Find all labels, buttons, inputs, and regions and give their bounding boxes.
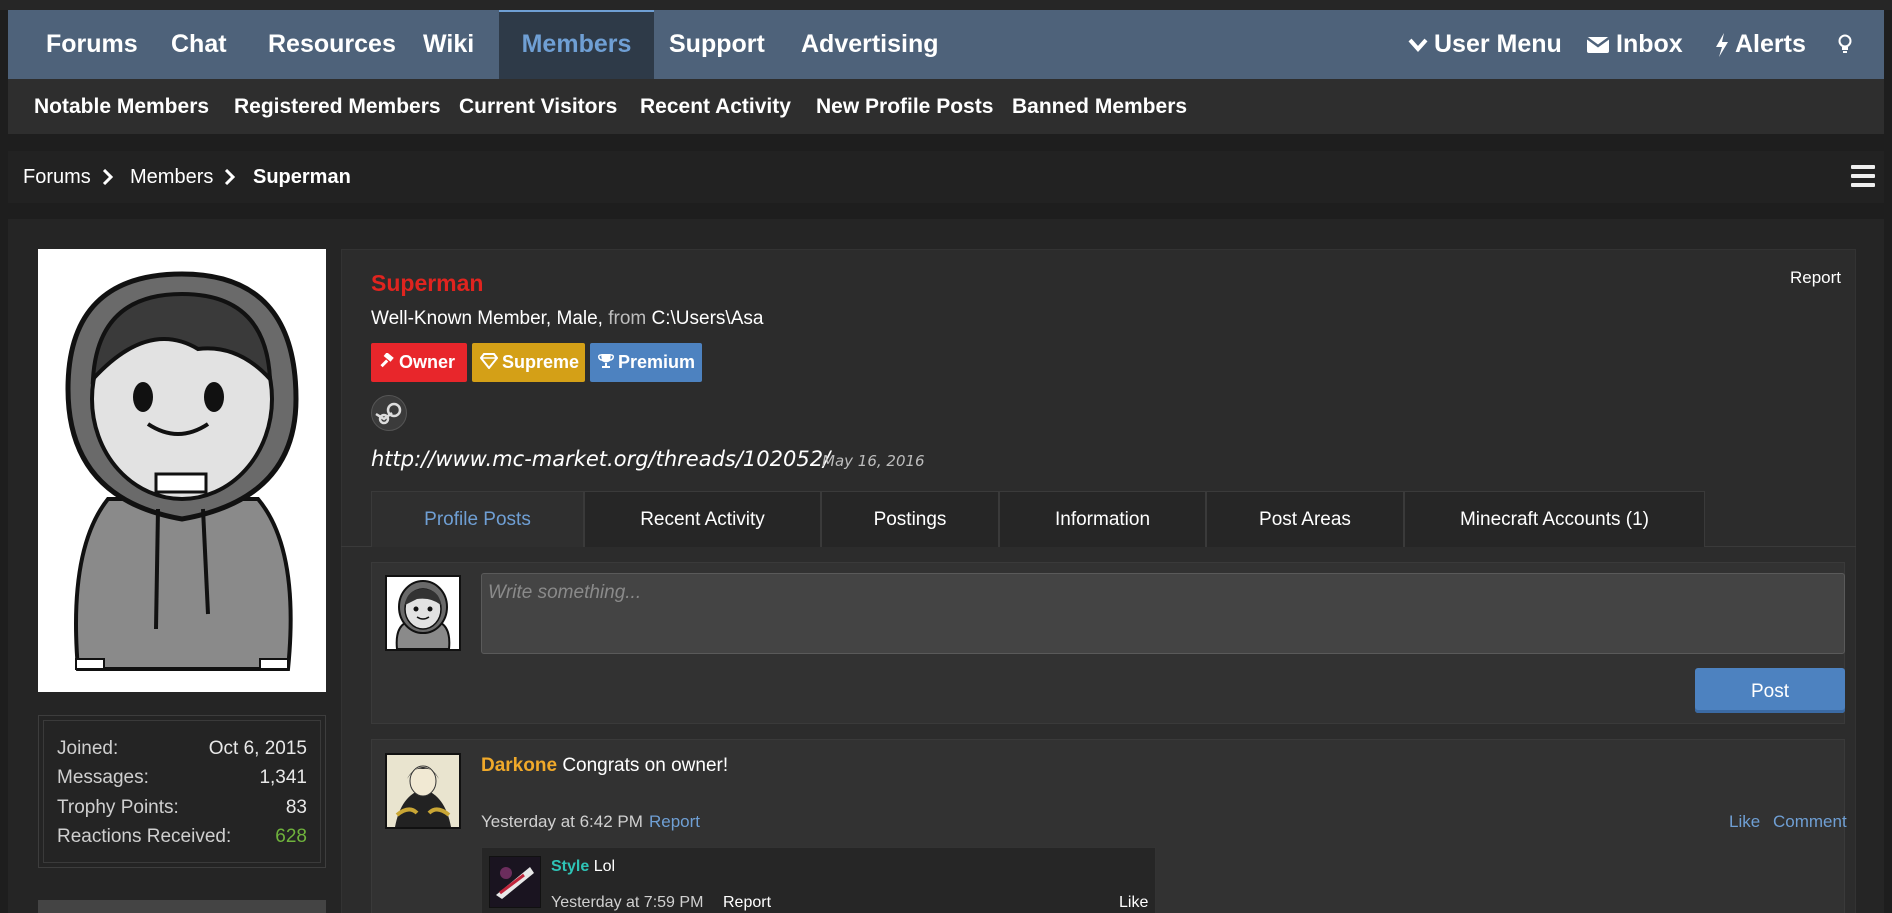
sub-navbar: Notable Members Registered Members Curre… — [8, 79, 1884, 134]
profile-username: Superman — [371, 270, 484, 296]
user-menu-button[interactable]: User Menu — [1408, 10, 1562, 79]
tab-post-areas[interactable]: Post Areas — [1206, 491, 1404, 547]
subnav-notable-members[interactable]: Notable Members — [34, 79, 209, 134]
inbox-label: Inbox — [1616, 30, 1683, 58]
envelope-icon — [1586, 37, 1610, 54]
subnav-current-visitors[interactable]: Current Visitors — [459, 79, 617, 134]
post-author[interactable]: Darkone — [481, 755, 557, 776]
breadcrumb-current: Superman — [253, 166, 351, 188]
stat-label: Messages: — [57, 767, 149, 788]
comment-author-avatar[interactable] — [489, 856, 541, 908]
badge-owner: Owner — [371, 343, 467, 382]
stat-label: Joined: — [57, 738, 119, 759]
hooded-character-avatar — [38, 249, 326, 692]
badge-premium: Premium — [590, 343, 702, 382]
gavel-icon — [380, 352, 394, 368]
badge-supreme: Supreme — [472, 343, 585, 382]
breadcrumb: Forums Members Superman — [8, 151, 1884, 203]
nav-tab-wiki[interactable]: Wiki — [423, 10, 474, 79]
diamond-icon — [479, 353, 499, 370]
from-label: from — [608, 308, 647, 329]
tab-information[interactable]: Information — [999, 491, 1206, 547]
badge-label: Owner — [399, 352, 456, 372]
nav-tab-support[interactable]: Support — [669, 10, 765, 79]
comment-like-link[interactable]: Like — [1119, 894, 1148, 912]
lightbulb-icon — [1838, 34, 1852, 54]
profile-tabs: Profile Posts Recent Activity Postings I… — [341, 491, 1856, 547]
stat-label: Trophy Points: — [57, 797, 179, 818]
steam-icon[interactable] — [371, 395, 407, 431]
member-stats: Joined: Oct 6, 2015 Messages: 1,341 Trop… — [38, 715, 326, 868]
chevron-down-icon — [1408, 39, 1428, 53]
post-text: Congrats on owner! — [562, 755, 729, 776]
chevron-right-icon — [102, 169, 114, 185]
menu-icon[interactable] — [1851, 165, 1875, 187]
subnav-recent-activity[interactable]: Recent Activity — [640, 79, 791, 134]
user-menu-label: User Menu — [1434, 30, 1562, 58]
post-timestamp[interactable]: Yesterday at 6:42 PM — [481, 812, 643, 832]
breadcrumb-forums[interactable]: Forums — [23, 151, 91, 203]
alerts-label: Alerts — [1735, 30, 1806, 58]
alerts-button[interactable]: Alerts — [1715, 10, 1806, 79]
profile-user-title: Well-Known Member, Male, from C:\Users\A… — [371, 308, 763, 330]
comment-text: Lol — [593, 858, 616, 875]
comment-author[interactable]: Style — [551, 858, 589, 875]
inbox-button[interactable]: Inbox — [1586, 10, 1683, 79]
stat-value: Oct 6, 2015 — [208, 738, 307, 759]
badge-label: Premium — [618, 352, 696, 372]
post-report-link[interactable]: Report — [649, 812, 700, 832]
comment-content: Style Lol — [551, 858, 615, 876]
nav-tab-advertising[interactable]: Advertising — [801, 10, 939, 79]
nav-tab-chat[interactable]: Chat — [171, 10, 227, 79]
bolt-icon — [1716, 33, 1728, 58]
post-author-avatar[interactable] — [385, 753, 461, 829]
stat-value[interactable]: 83 — [286, 797, 307, 819]
profile-post-input[interactable]: Write something... — [481, 573, 1845, 654]
comment-timestamp[interactable]: Yesterday at 7:59 PM — [551, 894, 703, 912]
sidebar-panel — [38, 900, 326, 913]
nav-tab-resources[interactable]: Resources — [268, 10, 396, 79]
main-navbar: Forums Chat Resources Wiki Members Suppo… — [8, 10, 1884, 79]
post-button[interactable]: Post — [1695, 668, 1845, 713]
nav-tab-forums[interactable]: Forums — [46, 10, 138, 79]
top-strip — [0, 0, 1892, 10]
profile-avatar[interactable] — [38, 249, 326, 692]
profile-status[interactable]: http://www.mc-market.org/threads/102052/ — [371, 447, 830, 471]
subnav-registered-members[interactable]: Registered Members — [234, 79, 441, 134]
style-toggle-button[interactable] — [1838, 10, 1858, 79]
post-like-link[interactable]: Like — [1729, 812, 1760, 832]
badge-label: Supreme — [502, 352, 580, 372]
tab-postings[interactable]: Postings — [821, 491, 999, 547]
stat-value[interactable]: 628 — [275, 826, 307, 848]
post-comment-link[interactable]: Comment — [1773, 812, 1847, 832]
comment-report-link[interactable]: Report — [723, 894, 771, 912]
profile-status-date: May 16, 2016 — [822, 452, 925, 470]
post-content: Darkone Congrats on owner! — [481, 755, 728, 777]
stat-value[interactable]: 1,341 — [259, 767, 307, 789]
composer-avatar[interactable] — [385, 575, 461, 651]
user-title-text: Well-Known Member, Male, — [371, 308, 603, 329]
tab-recent-activity[interactable]: Recent Activity — [584, 491, 821, 547]
user-location[interactable]: C:\Users\Asa — [652, 308, 764, 329]
breadcrumb-members[interactable]: Members — [130, 151, 213, 203]
chevron-right-icon — [224, 169, 236, 185]
report-profile-link[interactable]: Report — [1790, 268, 1841, 288]
subnav-new-profile-posts[interactable]: New Profile Posts — [816, 79, 993, 134]
trophy-icon — [598, 354, 614, 369]
nav-tab-members[interactable]: Members — [499, 10, 654, 79]
subnav-banned-members[interactable]: Banned Members — [1012, 79, 1187, 134]
tab-profile-posts[interactable]: Profile Posts — [371, 491, 584, 547]
tab-minecraft-accounts[interactable]: Minecraft Accounts (1) — [1404, 491, 1705, 547]
stat-label: Reactions Received: — [57, 826, 232, 847]
